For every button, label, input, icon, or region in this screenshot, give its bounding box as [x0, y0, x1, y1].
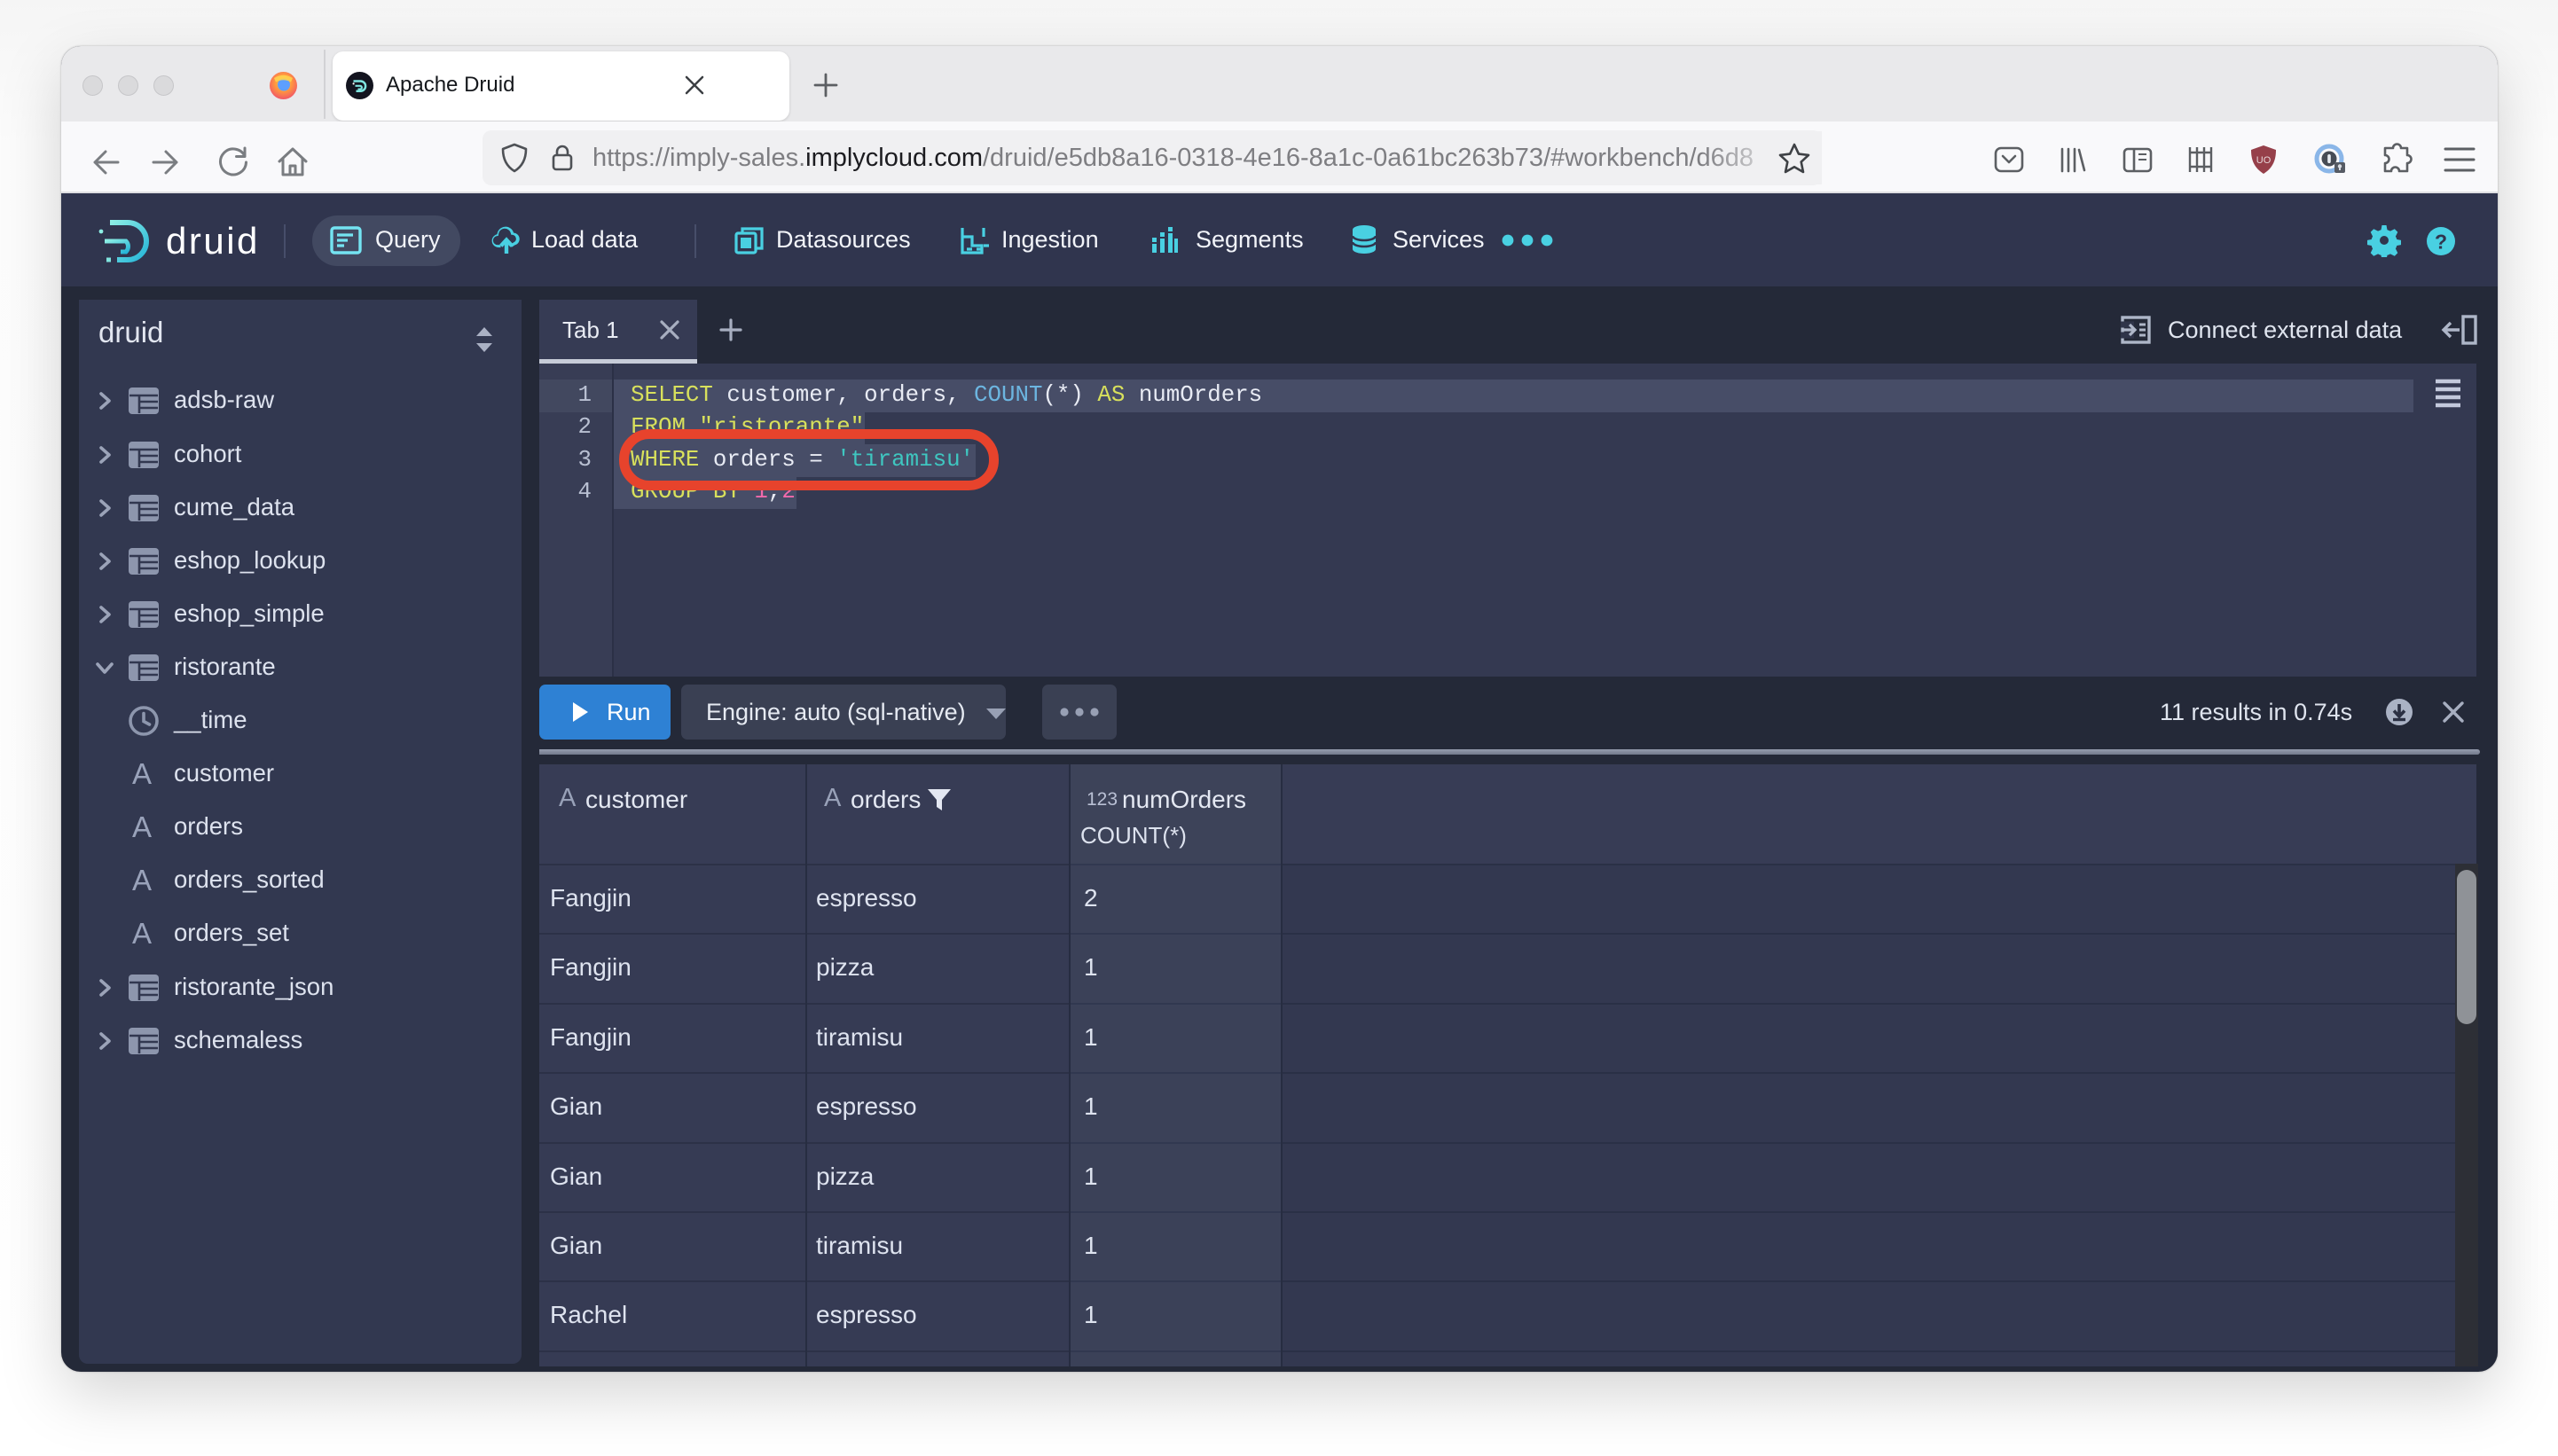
svg-text:UO: UO [2256, 155, 2272, 166]
svg-text:?: ? [2435, 231, 2447, 254]
